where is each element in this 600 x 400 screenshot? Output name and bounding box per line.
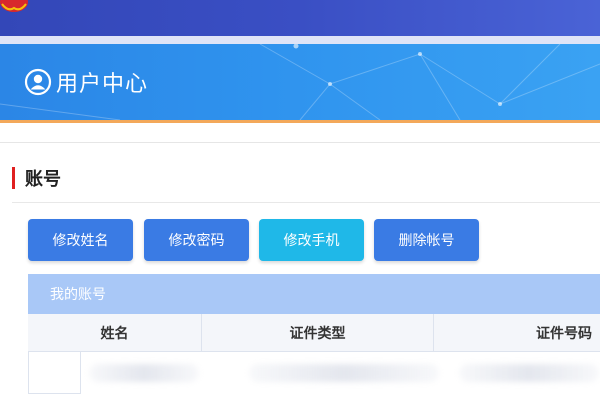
user-center-banner: 用户中心 <box>0 44 600 120</box>
delete-account-button[interactable]: 删除帐号 <box>374 219 479 261</box>
edit-name-button[interactable]: 修改姓名 <box>28 219 133 261</box>
column-header-id-number: 证件号码 <box>536 326 592 342</box>
my-account-panel-header: 我的账号 <box>28 274 600 314</box>
change-phone-button[interactable]: 修改手机 <box>259 219 364 261</box>
column-header-name: 姓名 <box>28 314 202 352</box>
banner-heading: 用户中心 <box>24 66 148 98</box>
section-accent-bar <box>12 167 15 189</box>
column-header-id-type: 证件类型 <box>202 314 434 352</box>
redacted-name-cell <box>89 364 199 382</box>
section-divider <box>12 202 600 203</box>
banner-spacer <box>0 123 600 143</box>
table-row <box>28 352 600 394</box>
header-divider <box>0 36 600 44</box>
user-circle-icon <box>24 68 52 96</box>
banner-title: 用户中心 <box>56 72 149 97</box>
emblem-icon <box>0 0 28 12</box>
redacted-id-number-cell <box>459 364 599 382</box>
redacted-id-type-cell <box>249 364 439 382</box>
row-cell-spacer <box>29 352 81 394</box>
change-password-button[interactable]: 修改密码 <box>144 219 249 261</box>
panel-title: 我的账号 <box>50 287 106 303</box>
account-table-header: 姓名 证件类型 证件号码 <box>28 314 600 352</box>
top-header-bar <box>0 0 600 36</box>
section-title: 账号 <box>25 169 61 190</box>
section-header: 账号 <box>12 164 61 192</box>
